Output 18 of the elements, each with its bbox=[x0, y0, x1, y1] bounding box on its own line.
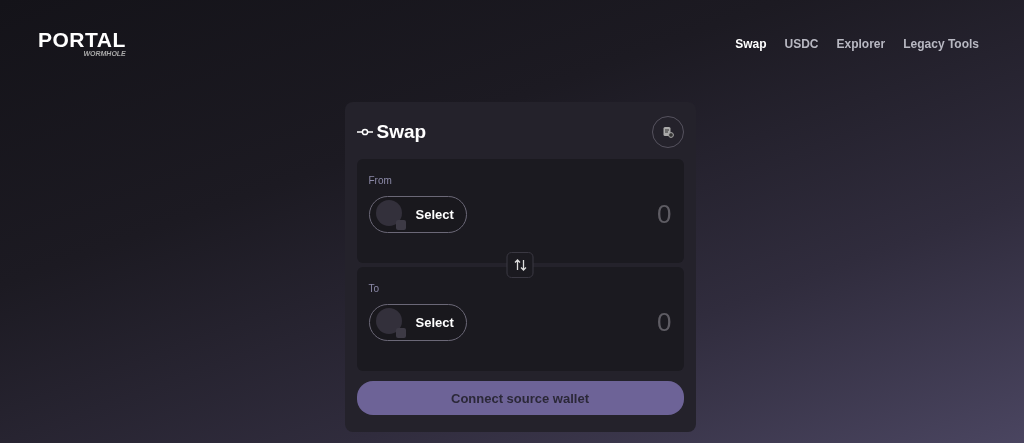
nav-link[interactable]: Legacy Tools bbox=[903, 37, 979, 51]
token-select-button[interactable]: Select bbox=[368, 196, 467, 233]
nav-link[interactable]: Swap bbox=[735, 37, 767, 51]
flip-button[interactable] bbox=[506, 252, 534, 278]
amount-value: 0 bbox=[657, 199, 672, 230]
nav-link[interactable]: USDC bbox=[784, 37, 819, 51]
nav-link[interactable]: Explorer bbox=[836, 37, 886, 51]
logo-title[interactable]: PORTAL bbox=[38, 30, 126, 50]
token-select-button[interactable]: Select bbox=[368, 304, 467, 341]
panel-label: To bbox=[368, 283, 380, 294]
swap-arrows-icon bbox=[513, 258, 527, 272]
swap-title: Swap bbox=[376, 121, 427, 143]
receipt-icon bbox=[661, 126, 674, 138]
amount-value: 0 bbox=[657, 307, 672, 338]
panel-label: From bbox=[368, 175, 392, 186]
token-placeholder-icon bbox=[375, 199, 406, 230]
token-placeholder-icon bbox=[375, 307, 406, 338]
commit-icon bbox=[356, 128, 373, 136]
